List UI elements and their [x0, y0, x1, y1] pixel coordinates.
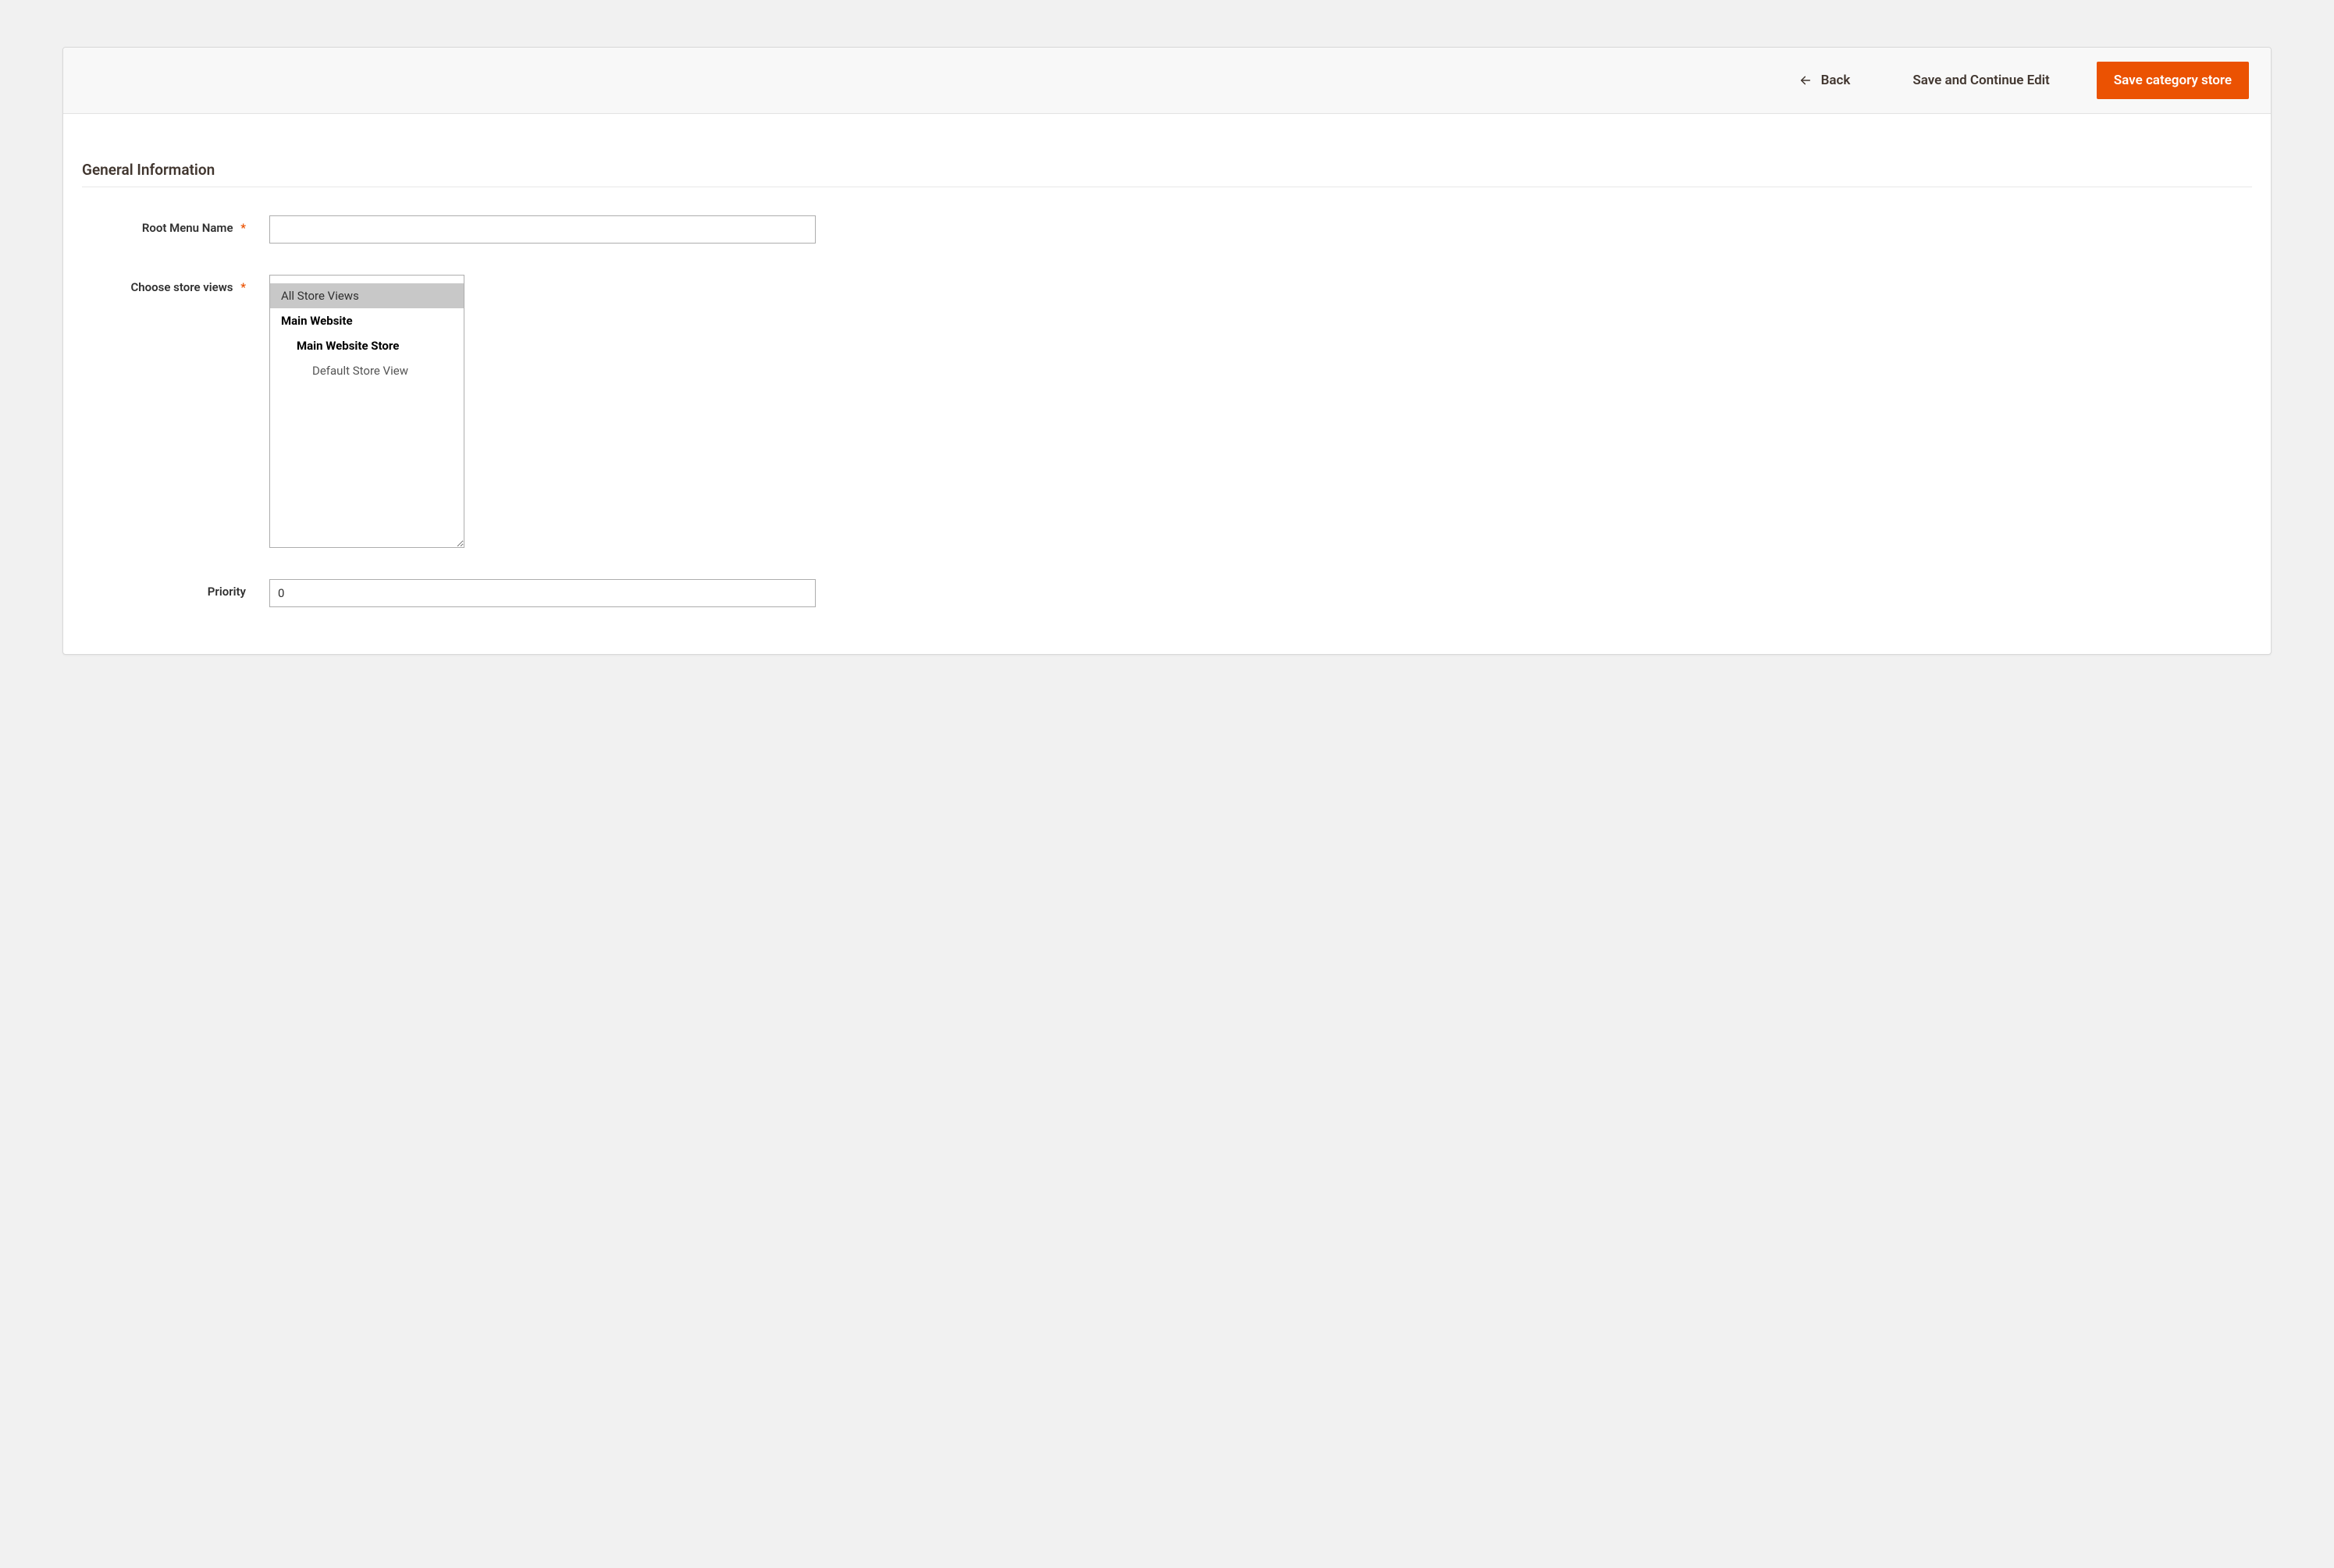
- priority-label-cell: Priority: [82, 579, 269, 599]
- choose-store-views-label: Choose store views: [130, 280, 233, 294]
- required-mark: *: [240, 280, 246, 294]
- save-category-store-button[interactable]: Save category store: [2097, 62, 2249, 99]
- store-views-option[interactable]: Main Website: [270, 308, 464, 333]
- priority-label: Priority: [208, 585, 246, 599]
- root-menu-name-label: Root Menu Name: [142, 221, 233, 235]
- store-views-option[interactable]: Default Store View: [270, 358, 464, 383]
- store-views-multiselect[interactable]: All Store Views Main Website Main Websit…: [269, 275, 464, 548]
- store-views-option[interactable]: All Store Views: [270, 283, 464, 308]
- back-button[interactable]: Back: [1784, 62, 1866, 99]
- arrow-left-icon: [1799, 74, 1812, 87]
- save-category-store-label: Save category store: [2114, 73, 2232, 88]
- root-menu-name-control: [269, 215, 816, 244]
- save-and-continue-label: Save and Continue Edit: [1912, 73, 2049, 88]
- root-menu-name-input[interactable]: [269, 215, 816, 244]
- field-priority: Priority: [82, 579, 2252, 607]
- toolbar: Back Save and Continue Edit Save categor…: [63, 48, 2271, 114]
- root-menu-name-label-cell: Root Menu Name *: [82, 215, 269, 235]
- back-button-label: Back: [1821, 73, 1851, 88]
- choose-store-views-label-cell: Choose store views *: [82, 275, 269, 294]
- store-views-option[interactable]: Main Website Store: [270, 333, 464, 358]
- required-mark: *: [240, 221, 246, 235]
- section-title: General Information: [82, 161, 2252, 187]
- priority-control: [269, 579, 816, 607]
- admin-form-panel: Back Save and Continue Edit Save categor…: [62, 47, 2272, 655]
- field-choose-store-views: Choose store views * All Store Views Mai…: [82, 275, 2252, 548]
- field-root-menu-name: Root Menu Name *: [82, 215, 2252, 244]
- choose-store-views-control: All Store Views Main Website Main Websit…: [269, 275, 816, 548]
- save-and-continue-button[interactable]: Save and Continue Edit: [1897, 62, 2065, 99]
- priority-input[interactable]: [269, 579, 816, 607]
- form-content: General Information Root Menu Name * Cho…: [63, 114, 2271, 654]
